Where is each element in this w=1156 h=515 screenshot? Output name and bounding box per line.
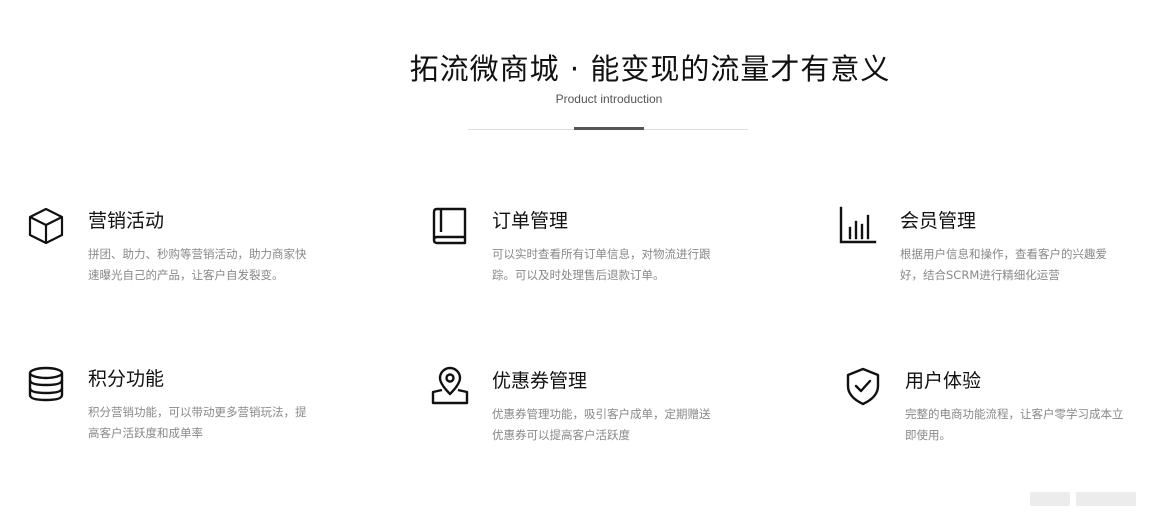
database-icon	[26, 364, 66, 404]
feature-title: 优惠券管理	[492, 370, 588, 392]
feature-description: 拼团、助力、秒购等营销活动，助力商家快速曝光自己的产品，让客户自发裂变。	[88, 247, 307, 282]
map-pin-icon	[430, 366, 470, 406]
feature-title: 用户体验	[905, 370, 982, 392]
feature-description: 完整的电商功能流程，让客户零学习成本立即使用。	[905, 407, 1124, 442]
feature-description: 优惠券管理功能，吸引客户成单，定期赠送优惠券可以提高客户活跃度	[492, 407, 711, 442]
page-subtitle: Product introduction	[555, 92, 663, 106]
feature-title: 会员管理	[900, 210, 977, 232]
feature-description: 可以实时查看所有订单信息，对物流进行跟踪。可以及时处理售后退款订单。	[492, 247, 711, 282]
bar-chart-icon	[838, 206, 878, 246]
feature-description: 根据用户信息和操作，查看客户的兴趣爱好，结合SCRM进行精细化运营	[900, 247, 1107, 282]
feature-title: 营销活动	[88, 210, 165, 232]
book-icon	[430, 206, 470, 246]
title-divider-accent	[574, 127, 644, 130]
feature-description: 积分营销功能，可以带动更多营销玩法，提高客户活跃度和成单率	[88, 405, 307, 440]
page-title: 拓流微商城 · 能变现的流量才有意义	[409, 52, 891, 86]
blurred-area	[1030, 492, 1070, 506]
shield-check-icon	[843, 366, 883, 406]
feature-title: 订单管理	[492, 210, 569, 232]
cube-icon	[26, 206, 66, 246]
blurred-area	[1076, 492, 1136, 506]
feature-title: 积分功能	[88, 368, 165, 390]
